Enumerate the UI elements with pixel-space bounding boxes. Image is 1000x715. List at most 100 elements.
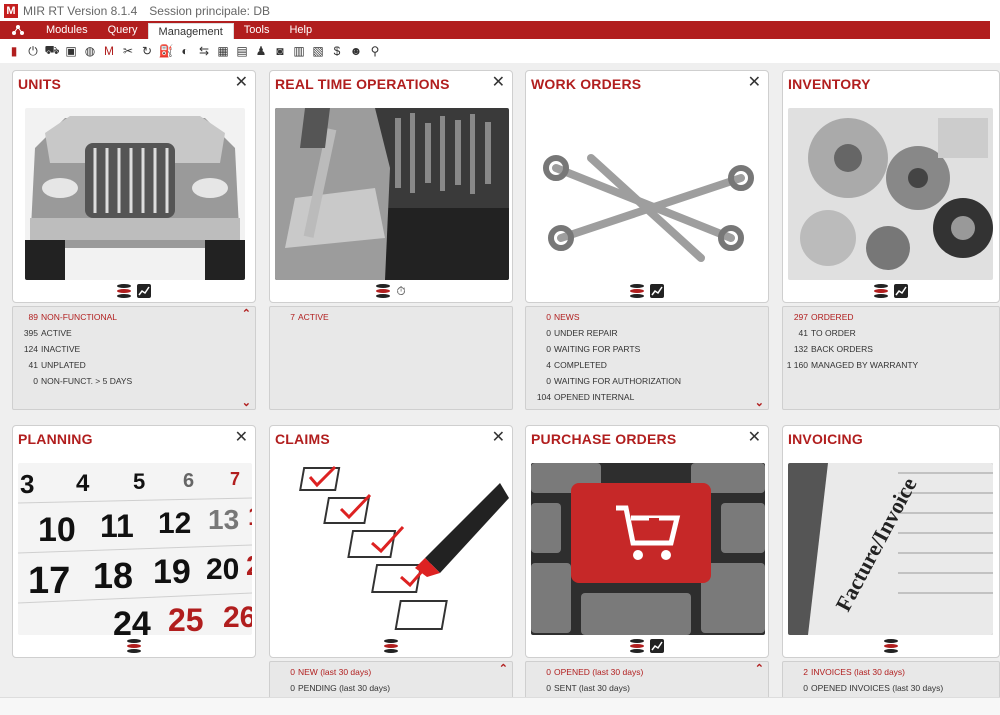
calendar-icon[interactable]: ▦ — [215, 43, 231, 59]
stat-row[interactable]: 0 NEW (last 30 days) — [270, 664, 512, 680]
stat-row[interactable]: 0 WAITING FOR PARTS — [526, 341, 768, 357]
close-icon[interactable]: ✕ — [748, 427, 761, 447]
move-icon[interactable]: ⇆ — [196, 43, 212, 59]
close-icon[interactable]: ✕ — [235, 72, 248, 92]
clipboard-icon[interactable]: ▥ — [291, 43, 307, 59]
menu-tools[interactable]: Tools — [234, 21, 280, 39]
card-invoicing[interactable]: INVOICING Facture/Invoice — [782, 425, 1000, 658]
stat-row[interactable]: 7 ACTIVE — [270, 309, 512, 325]
stat-row[interactable]: 124 INACTIVE — [13, 341, 255, 357]
stat-row[interactable]: 89 NON-FUNCTIONAL — [13, 309, 255, 325]
database-icon[interactable] — [117, 284, 131, 298]
document-icon[interactable]: ▤ — [234, 43, 250, 59]
expand-down-icon[interactable]: ⌄ — [755, 396, 764, 409]
wrenches-image — [531, 108, 765, 280]
collapse-up-icon[interactable]: ⌃ — [755, 662, 764, 675]
menu-help[interactable]: Help — [279, 21, 322, 39]
refresh-icon[interactable]: ↻ — [139, 43, 155, 59]
card-purchase-orders[interactable]: PURCHASE ORDERS ✕ — [525, 425, 769, 658]
calendar-image: 3 4 5 6 7 10 11 12 13 14 17 18 19 20 21 … — [18, 463, 252, 635]
menu-management[interactable]: Management — [147, 23, 234, 39]
stat-row[interactable]: 0 UNDER REPAIR — [526, 325, 768, 341]
calendar-number: 5 — [133, 469, 145, 494]
collapse-up-icon[interactable]: ⌃ — [499, 662, 508, 675]
expand-down-icon[interactable]: ⌄ — [242, 396, 251, 409]
home-network-icon[interactable] — [0, 21, 36, 39]
card-claims[interactable]: CLAIMS ✕ — [269, 425, 513, 658]
database-icon[interactable] — [127, 639, 141, 653]
invoice-icon[interactable]: ▧ — [310, 43, 326, 59]
stat-row[interactable]: 0 NEWS — [526, 309, 768, 325]
stat-row[interactable]: 1 160 MANAGED BY WARRANTY — [783, 357, 999, 373]
app-title: MIR RT Version 8.1.4 — [23, 3, 138, 18]
power-icon[interactable]: ⏻ — [25, 43, 41, 59]
mechanic-image — [275, 108, 509, 280]
stat-row[interactable]: 41 TO ORDER — [783, 325, 999, 341]
card-actions — [783, 284, 999, 298]
network-icon[interactable]: ⚲ — [367, 43, 383, 59]
checklist-image — [275, 463, 509, 635]
card-units[interactable]: UNITS ✕ — [12, 70, 256, 303]
database-icon[interactable] — [630, 284, 644, 298]
timer-icon[interactable]: ⏱ — [396, 284, 405, 298]
stat-row[interactable]: 2 INVOICES (last 30 days) — [783, 664, 999, 680]
database-icon[interactable] — [884, 639, 898, 653]
user-icon[interactable]: ☻ — [348, 43, 364, 59]
calendar-number: 4 — [76, 470, 90, 497]
card-actions — [270, 639, 512, 653]
stat-row[interactable]: 0 NON-FUNCT. > 5 DAYS — [13, 373, 255, 389]
chart-icon[interactable] — [650, 639, 664, 653]
stat-row[interactable]: 41 UNPLATED — [13, 357, 255, 373]
card-work-orders[interactable]: WORK ORDERS ✕ — [525, 70, 769, 303]
card-actions — [526, 284, 768, 298]
close-icon[interactable]: ✕ — [492, 72, 505, 92]
close-icon[interactable]: ✕ — [492, 427, 505, 447]
database-icon[interactable] — [630, 639, 644, 653]
chart-icon[interactable] — [894, 284, 908, 298]
stat-row[interactable]: 0 SENT (last 30 days) — [526, 680, 768, 696]
money-icon[interactable]: $ — [329, 43, 345, 59]
calendar-number: 7 — [230, 469, 240, 489]
stat-row[interactable]: 395 ACTIVE — [13, 325, 255, 341]
chart-icon[interactable] — [650, 284, 664, 298]
calendar-number: 25 — [168, 602, 204, 635]
card-actions: ⏱ — [270, 284, 512, 298]
calendar-number: 10 — [38, 511, 76, 549]
stat-row[interactable]: 132 BACK ORDERS — [783, 341, 999, 357]
stat-row[interactable]: 104 OPENED INTERNAL — [526, 389, 768, 405]
stat-row[interactable]: 0 OPENED (last 30 days) — [526, 664, 768, 680]
cart-icon[interactable]: ⛽ — [158, 43, 174, 59]
card-planning[interactable]: PLANNING ✕ 3 4 5 6 7 10 11 12 13 14 17 — [12, 425, 256, 658]
calendar-number: 12 — [158, 507, 191, 540]
units-icon[interactable]: ▮ — [6, 43, 22, 59]
card-title: WORK ORDERS — [531, 76, 642, 92]
card-title: INVOICING — [788, 431, 863, 447]
card-real-time-operations[interactable]: REAL TIME OPERATIONS ✕ ⏱ — [269, 70, 513, 303]
stat-row[interactable]: 0 OPENED INVOICES (last 30 days) — [783, 680, 999, 696]
stat-row[interactable]: 297 ORDERED — [783, 309, 999, 325]
chart-icon[interactable] — [137, 284, 151, 298]
database-icon[interactable] — [376, 284, 391, 298]
close-icon[interactable]: ✕ — [748, 72, 761, 92]
menu-query[interactable]: Query — [98, 21, 148, 39]
app-logo-icon: M — [4, 3, 18, 18]
logo-icon[interactable]: M — [101, 43, 117, 59]
truck-icon[interactable]: ⛟ — [44, 43, 60, 59]
stat-row[interactable]: 0 PENDING (last 30 days) — [270, 680, 512, 696]
person-icon[interactable]: ♟ — [253, 43, 269, 59]
database-icon[interactable] — [874, 284, 888, 298]
tire-icon[interactable]: ◐ — [177, 43, 193, 59]
globe-icon[interactable]: ◍ — [82, 43, 98, 59]
stat-row[interactable]: 0 WAITING FOR AUTHORIZATION — [526, 373, 768, 389]
database-icon[interactable] — [384, 639, 398, 653]
collapse-up-icon[interactable]: ⌃ — [242, 307, 251, 320]
tools-icon[interactable]: ✂ — [120, 43, 136, 59]
camera-icon[interactable]: ◙ — [272, 43, 288, 59]
stats-units: ⌃ 89 NON-FUNCTIONAL 395 ACTIVE 124 INACTIVE… — [12, 306, 256, 410]
close-icon[interactable]: ✕ — [235, 427, 248, 447]
calendar-number: 6 — [183, 470, 194, 492]
card-inventory[interactable]: INVENTORY — [782, 70, 1000, 303]
menu-modules[interactable]: Modules — [36, 21, 98, 39]
monitor-icon[interactable]: ▣ — [63, 43, 79, 59]
stat-row[interactable]: 4 COMPLETED — [526, 357, 768, 373]
